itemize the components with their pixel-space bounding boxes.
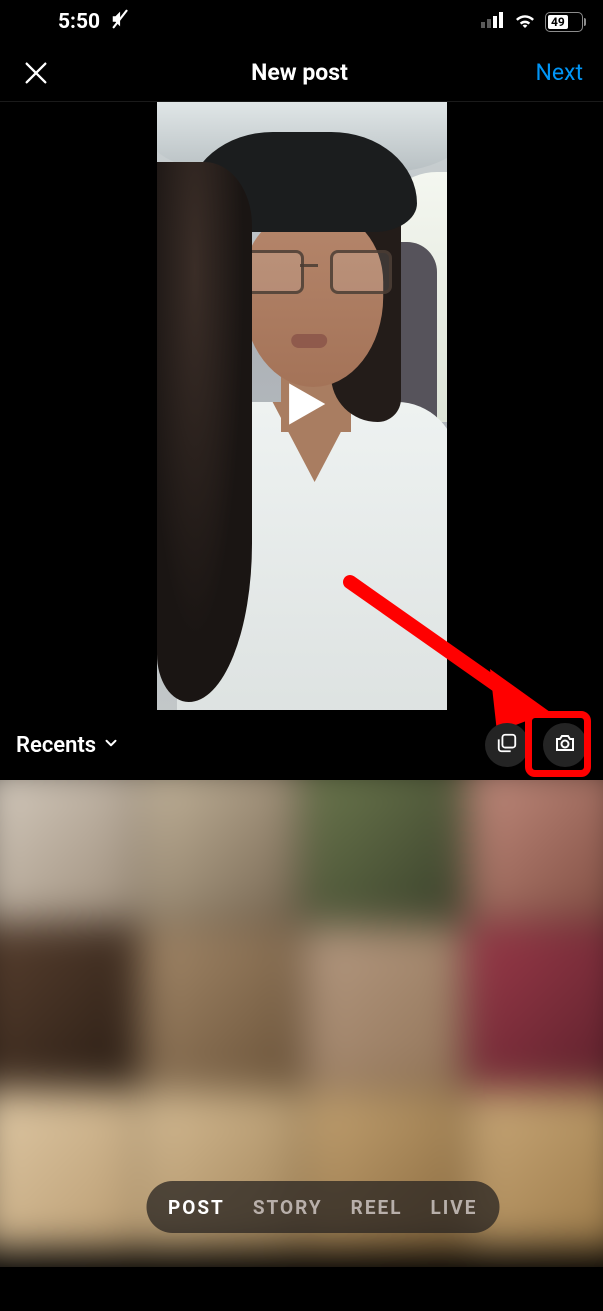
wifi-icon	[513, 10, 537, 34]
mode-reel[interactable]: REEL	[351, 1196, 403, 1219]
multi-select-icon	[496, 732, 518, 758]
album-picker[interactable]: Recents	[16, 733, 120, 758]
gallery-thumb[interactable]	[0, 780, 137, 923]
mode-live[interactable]: LIVE	[430, 1196, 477, 1219]
chevron-down-icon	[102, 733, 120, 758]
gallery-toolbar: Recents	[0, 710, 603, 780]
camera-icon	[553, 731, 577, 759]
close-button[interactable]	[20, 57, 52, 89]
mode-post[interactable]: POST	[168, 1196, 225, 1219]
battery-level: 49	[548, 15, 568, 29]
gallery-thumb[interactable]	[466, 925, 603, 1087]
next-button[interactable]: Next	[527, 59, 583, 86]
camera-button[interactable]	[543, 723, 587, 767]
gallery-thumb[interactable]	[0, 925, 137, 1087]
album-label: Recents	[16, 733, 96, 758]
mode-story[interactable]: STORY	[253, 1196, 323, 1219]
mode-selector[interactable]: POST STORY REEL LIVE	[146, 1181, 499, 1233]
gallery-thumb[interactable]	[139, 780, 300, 923]
silent-icon	[110, 8, 132, 36]
gallery-thumb[interactable]	[139, 925, 300, 1087]
battery-icon: 49	[545, 12, 583, 32]
gallery-grid[interactable]: POST STORY REEL LIVE	[0, 780, 603, 1267]
status-bar: 5:50 49	[0, 0, 603, 44]
gallery-thumb[interactable]	[0, 1089, 137, 1251]
header: New post Next	[0, 44, 603, 102]
gallery-thumb[interactable]	[466, 780, 603, 923]
page-title: New post	[72, 59, 527, 86]
gallery-thumb[interactable]	[303, 780, 464, 923]
cellular-icon	[481, 10, 505, 34]
multi-select-button[interactable]	[485, 723, 529, 767]
gallery-thumb[interactable]	[303, 925, 464, 1087]
play-icon[interactable]	[271, 373, 333, 439]
status-time: 5:50	[58, 10, 100, 34]
media-preview[interactable]	[0, 102, 603, 710]
